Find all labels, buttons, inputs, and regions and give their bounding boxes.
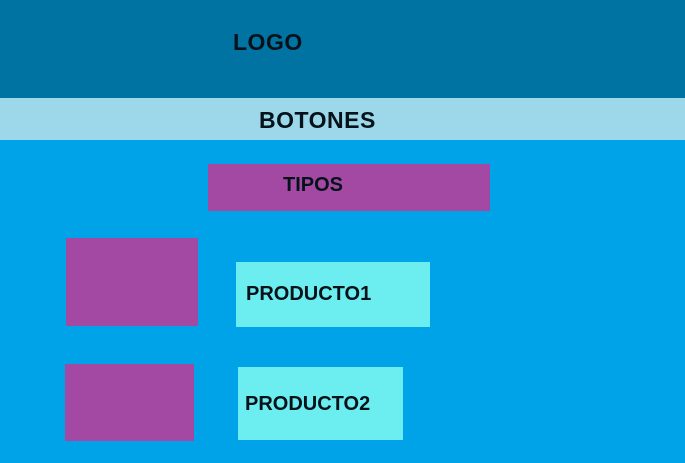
- logo-label: LOGO: [233, 29, 303, 55]
- product-label-2: PRODUCTO2: [245, 393, 371, 415]
- buttons-label: BOTONES: [259, 107, 376, 133]
- wireframe-page: LOGO BOTONES TIPOS PRODUCTO1 PRODUCTO2: [0, 0, 685, 463]
- header-region: [0, 0, 685, 98]
- product-label-1: PRODUCTO1: [246, 283, 372, 305]
- product-image-placeholder-1: [66, 238, 198, 326]
- product-image-placeholder-2: [65, 364, 194, 441]
- types-label: TIPOS: [283, 174, 344, 196]
- types-box: [208, 164, 490, 211]
